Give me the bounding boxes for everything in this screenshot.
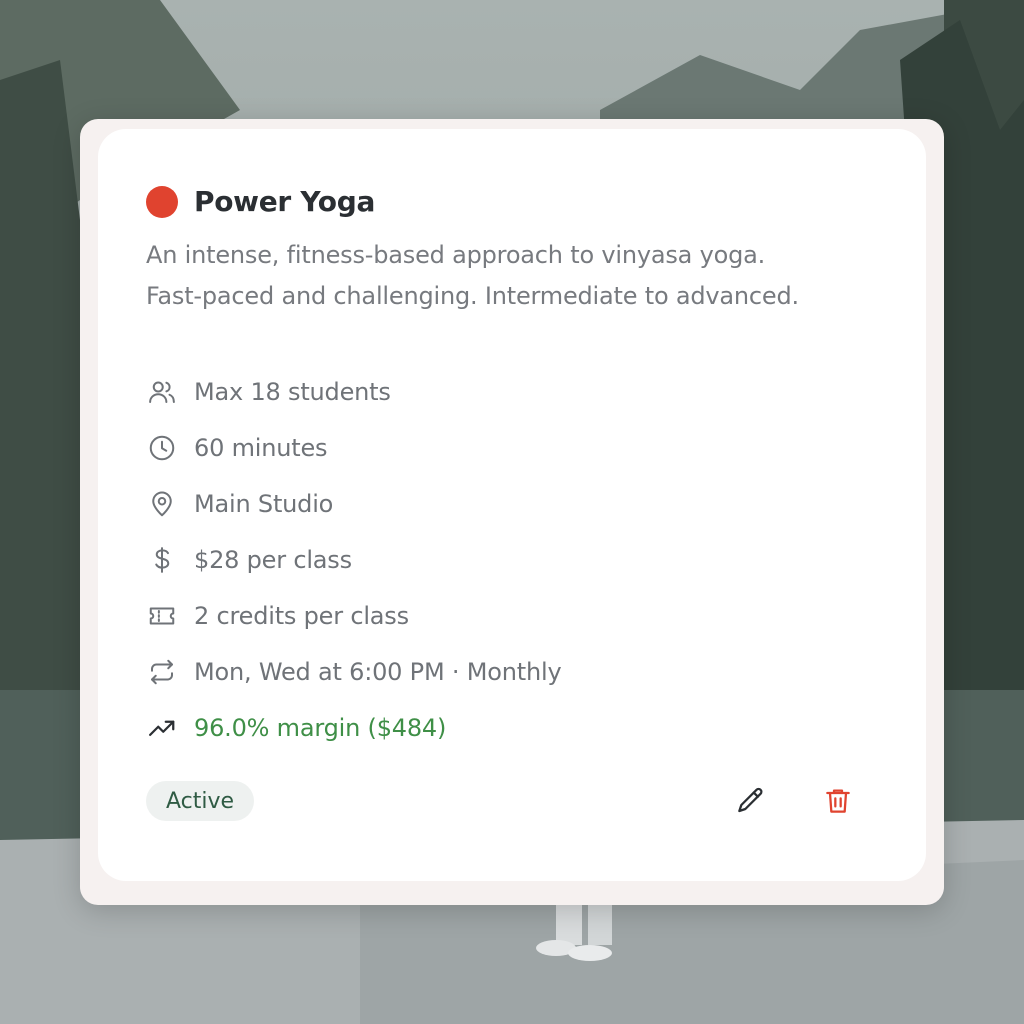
class-details-list: Max 18 students 60 minutes Main Studio $… xyxy=(146,364,886,756)
detail-location: Main Studio xyxy=(146,476,886,532)
map-pin-icon xyxy=(146,488,178,520)
detail-price-text: $28 per class xyxy=(194,546,352,574)
class-description: An intense, fitness-based approach to vi… xyxy=(146,235,886,317)
edit-button[interactable] xyxy=(730,781,770,821)
description-line: Fast-paced and challenging. Intermediate… xyxy=(146,282,799,310)
detail-location-text: Main Studio xyxy=(194,490,334,518)
detail-schedule: Mon, Wed at 6:00 PM · Monthly xyxy=(146,644,886,700)
class-color-dot xyxy=(146,186,178,218)
description-line: An intense, fitness-based approach to vi… xyxy=(146,241,766,269)
detail-margin: 96.0% margin ($484) xyxy=(146,700,886,756)
detail-duration: 60 minutes xyxy=(146,420,886,476)
repeat-icon xyxy=(146,656,178,688)
class-title-row: Power Yoga xyxy=(146,185,375,219)
detail-schedule-text: Mon, Wed at 6:00 PM · Monthly xyxy=(194,658,562,686)
detail-capacity-text: Max 18 students xyxy=(194,378,391,406)
pencil-icon xyxy=(738,787,763,813)
detail-credits-text: 2 credits per class xyxy=(194,602,409,630)
trash-icon xyxy=(826,789,850,813)
detail-duration-text: 60 minutes xyxy=(194,434,328,462)
delete-button[interactable] xyxy=(818,781,858,821)
detail-price: $28 per class xyxy=(146,532,886,588)
ticket-icon xyxy=(146,600,178,632)
class-card: Power Yoga An intense, fitness-based app… xyxy=(98,129,926,881)
detail-margin-text: 96.0% margin ($484) xyxy=(194,714,447,742)
detail-capacity: Max 18 students xyxy=(146,364,886,420)
dollar-icon xyxy=(146,544,178,576)
users-icon xyxy=(146,376,178,408)
trending-up-icon xyxy=(146,712,178,744)
class-card-frame: Power Yoga An intense, fitness-based app… xyxy=(80,119,944,905)
clock-icon xyxy=(146,432,178,464)
detail-credits: 2 credits per class xyxy=(146,588,886,644)
status-badge: Active xyxy=(146,781,255,821)
class-title: Power Yoga xyxy=(194,185,376,218)
